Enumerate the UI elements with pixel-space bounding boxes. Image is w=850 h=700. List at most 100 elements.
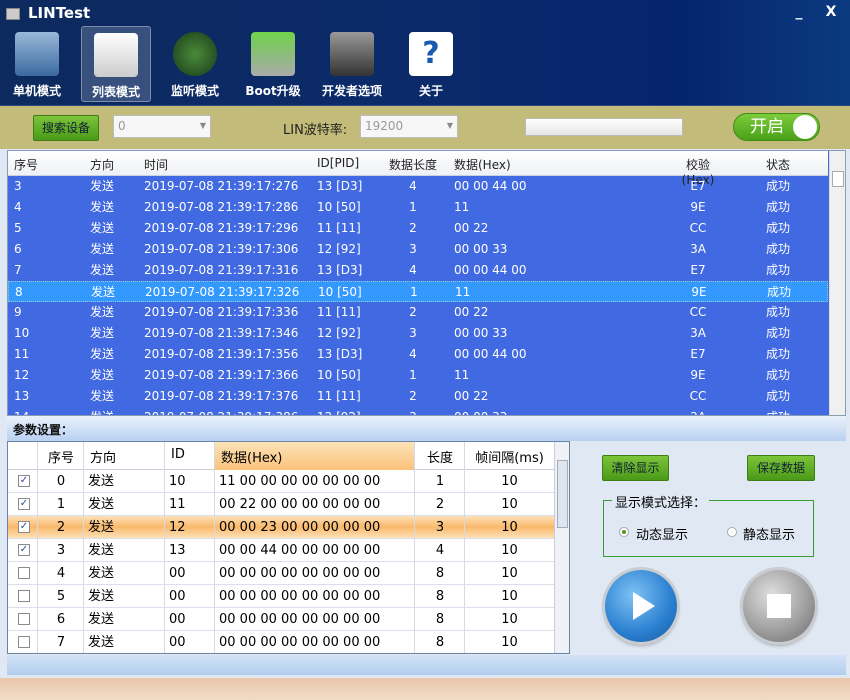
log-cell: 发送 [90,347,115,361]
log-cell: 2019-07-08 21:39:17:336 [144,305,299,319]
download-drive-icon [251,32,295,76]
log-cell: 11 [455,285,471,299]
params-cell[interactable]: 10 [465,539,554,562]
clear-display-button[interactable]: 清除显示 [602,455,669,481]
params-cell[interactable]: 10 [465,585,554,608]
log-cell: 2019-07-08 21:39:17:376 [144,389,299,403]
minimize-button[interactable]: _ [785,2,813,22]
log-cell: 3 [14,179,22,193]
nav-3[interactable]: Boot升级 [238,26,308,102]
nav-1[interactable]: 列表模式 [81,26,151,102]
save-data-button[interactable]: 保存数据 [747,455,815,481]
log-cell: 12 [92] [317,326,361,340]
toggle-knob [793,115,817,139]
log-cell: 2019-07-08 21:39:17:316 [144,263,299,277]
log-cell: 3A [690,326,706,340]
radio-static[interactable] [727,527,737,537]
start-button[interactable] [605,570,677,642]
scroll-thumb[interactable] [557,460,568,528]
params-scrollbar[interactable] [554,442,569,653]
nav-5[interactable]: ? 关于 [396,26,466,102]
log-cell: 2 [409,389,417,403]
log-row[interactable]: 11 发送 2019-07-08 21:39:17:356 13 [D3] 4 00 00… [8,344,828,365]
log-cell: CC [689,221,707,235]
log-row[interactable]: 12 发送 2019-07-08 21:39:17:366 10 [50] 1 11 9E 成… [8,365,828,386]
log-table-header: 序号 方向 时间 ID[PID] 数据长度 数据(Hex) 校验(Hex) 状态 [8,151,828,187]
log-cell: 5 [14,221,22,235]
app-icon [6,8,20,20]
log-cell: 00 00 44 00 [454,263,527,277]
log-cell: 成功 [765,326,790,340]
nav-2[interactable]: 监听模式 [160,26,230,102]
chevron-down-icon: ▼ [199,121,206,130]
scroll-thumb[interactable] [832,171,844,187]
device-select[interactable]: 0 ▼ [113,115,211,138]
log-cell: 11 [14,347,30,361]
log-cell: 9E [691,285,707,299]
log-header-5[interactable]: 数据(Hex) [454,156,511,173]
log-cell: 成功 [765,242,790,256]
log-scrollbar[interactable] [829,151,845,415]
radio-dynamic[interactable] [619,527,629,537]
log-cell: 13 [D3] [317,179,363,193]
search-device-button[interactable]: 搜索设备 [33,115,99,141]
stop-icon [767,594,791,618]
chevron-down-icon: ▼ [446,121,453,130]
nav-label: 监听模式 [170,84,219,98]
stop-button[interactable] [743,570,815,642]
log-cell: 00 22 [454,221,489,235]
params-cell[interactable]: 10 [465,562,554,585]
log-header-0[interactable]: 序号 [14,156,38,173]
log-row[interactable]: 5 发送 2019-07-08 21:39:17:296 11 [11] 2 00 22 C… [8,218,828,239]
log-cell: 9E [690,200,706,214]
params-cell[interactable]: 10 [465,470,554,493]
log-row[interactable]: 9 发送 2019-07-08 21:39:17:336 11 [11] 2 00 22 C… [8,302,828,323]
log-row[interactable]: 6 发送 2019-07-08 21:39:17:306 12 [92] 3 00 00 … [8,239,828,260]
log-cell: 成功 [765,263,790,277]
log-row[interactable]: 7 发送 2019-07-08 21:39:17:316 13 [D3] 4 00 00 … [8,260,828,281]
params-col-divider [38,442,84,653]
radio-dynamic-label[interactable]: 动态显示 [636,524,688,543]
nav-label: Boot升级 [245,84,301,98]
log-cell: 4 [409,179,417,193]
log-header-3[interactable]: ID[PID] [317,156,359,170]
log-row[interactable]: 14 发送 2019-07-08 21:39:17:386 12 [92] 3 00 00… [8,407,828,415]
log-cell: 13 [D3] [317,263,363,277]
app-title: LINTest [28,4,91,22]
nav-4[interactable]: 开发者选项 [317,26,387,102]
log-header-1[interactable]: 方向 [90,156,114,173]
nav-0[interactable]: 单机模式 [2,26,72,102]
log-header-4[interactable]: 数据长度 [388,156,438,173]
open-toggle[interactable]: 开启 [733,113,820,141]
log-row[interactable]: 13 发送 2019-07-08 21:39:17:376 11 [11] 2 00 22… [8,386,828,407]
list-notebook-icon [94,33,138,77]
title-bar: LINTest _ X 单机模式 列表模式 监听模式 Boot升级 开发者选项? 关于 [0,0,850,106]
log-cell: 11 [11] [317,221,361,235]
params-cell[interactable]: 10 [465,516,554,539]
log-cell: 11 [454,368,470,382]
log-header-2[interactable]: 时间 [144,156,168,173]
params-cell[interactable]: 10 [465,631,554,653]
params-cell[interactable]: 10 [465,493,554,516]
log-header-7[interactable]: 状态 [753,156,803,173]
log-cell: 2019-07-08 21:39:17:326 [145,285,300,299]
play-icon [633,592,655,620]
log-row[interactable]: 8 发送 2019-07-08 21:39:17:326 10 [50] 1 11 9E 成功 [8,281,828,302]
close-button[interactable]: X [817,2,845,22]
device-value: 0 [118,119,126,133]
baud-value: 19200 [365,119,404,133]
log-row[interactable]: 10 发送 2019-07-08 21:39:17:346 12 [92] 3 00 00… [8,323,828,344]
help-icon: ? [409,32,453,76]
log-cell: E7 [690,179,706,193]
log-cell: 成功 [765,368,790,382]
log-row[interactable]: 3 发送 2019-07-08 21:39:17:276 13 [D3] 4 00 00 … [8,176,828,197]
params-header-5[interactable]: 帧间隔(ms) [465,447,554,466]
log-cell: 2019-07-08 21:39:17:366 [144,368,299,382]
params-col-divider [8,442,38,653]
log-row[interactable]: 4 发送 2019-07-08 21:39:17:286 10 [50] 1 11 9E 成功 [8,197,828,218]
baud-select[interactable]: 19200 ▼ [360,115,458,138]
log-cell: 成功 [765,347,790,361]
params-cell[interactable]: 10 [465,608,554,631]
log-cell: 发送 [90,221,115,235]
radio-static-label[interactable]: 静态显示 [743,524,795,543]
